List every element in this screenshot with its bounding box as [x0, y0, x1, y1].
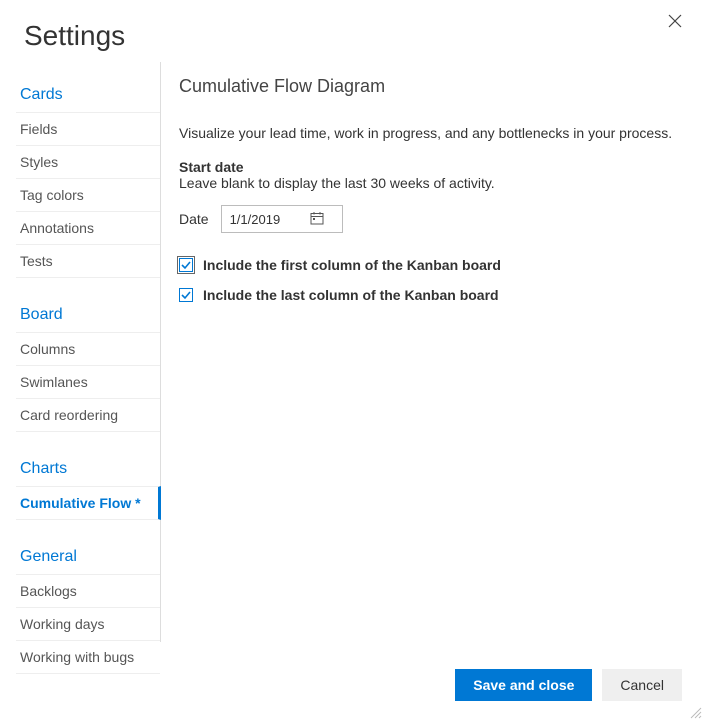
- include-first-label: Include the first column of the Kanban b…: [203, 257, 501, 273]
- check-icon: [181, 260, 191, 270]
- sidebar-item-backlogs[interactable]: Backlogs: [16, 574, 160, 607]
- include-first-checkbox[interactable]: [179, 258, 193, 272]
- resize-grip-icon[interactable]: [688, 705, 702, 719]
- sidebar-item-styles[interactable]: Styles: [16, 145, 160, 178]
- dialog-footer: Save and close Cancel: [455, 669, 682, 701]
- check-icon: [181, 290, 191, 300]
- sidebar-item-swimlanes[interactable]: Swimlanes: [16, 365, 160, 398]
- sidebar-item-working-with-bugs[interactable]: Working with bugs: [16, 640, 160, 674]
- sidebar-item-tag-colors[interactable]: Tag colors: [16, 178, 160, 211]
- sidebar-section-board: Board: [16, 296, 160, 332]
- sidebar-section-cards: Cards: [16, 76, 160, 112]
- dialog-title: Settings: [0, 0, 704, 62]
- sidebar-section-general: General: [16, 538, 160, 574]
- settings-sidebar: Cards Fields Styles Tag colors Annotatio…: [16, 62, 161, 642]
- calendar-icon[interactable]: [310, 211, 324, 228]
- sidebar-item-card-reordering[interactable]: Card reordering: [16, 398, 160, 432]
- sidebar-item-columns[interactable]: Columns: [16, 332, 160, 365]
- start-date-label: Start date: [179, 159, 684, 175]
- date-input-wrap: [221, 205, 343, 233]
- sidebar-section-charts: Charts: [16, 450, 160, 486]
- save-and-close-button[interactable]: Save and close: [455, 669, 592, 701]
- close-button[interactable]: [668, 14, 684, 30]
- panel-description: Visualize your lead time, work in progre…: [179, 125, 684, 141]
- sidebar-item-fields[interactable]: Fields: [16, 112, 160, 145]
- sidebar-item-cumulative-flow[interactable]: Cumulative Flow *: [16, 486, 161, 520]
- date-label: Date: [179, 211, 209, 227]
- settings-content: Cumulative Flow Diagram Visualize your l…: [161, 62, 704, 642]
- cancel-button[interactable]: Cancel: [602, 669, 682, 701]
- start-date-hint: Leave blank to display the last 30 weeks…: [179, 175, 684, 191]
- include-last-label: Include the last column of the Kanban bo…: [203, 287, 499, 303]
- panel-title: Cumulative Flow Diagram: [179, 76, 684, 97]
- date-input[interactable]: [230, 212, 310, 227]
- include-last-checkbox[interactable]: [179, 288, 193, 302]
- sidebar-item-working-days[interactable]: Working days: [16, 607, 160, 640]
- sidebar-item-annotations[interactable]: Annotations: [16, 211, 160, 244]
- close-icon: [668, 14, 682, 28]
- sidebar-item-tests[interactable]: Tests: [16, 244, 160, 278]
